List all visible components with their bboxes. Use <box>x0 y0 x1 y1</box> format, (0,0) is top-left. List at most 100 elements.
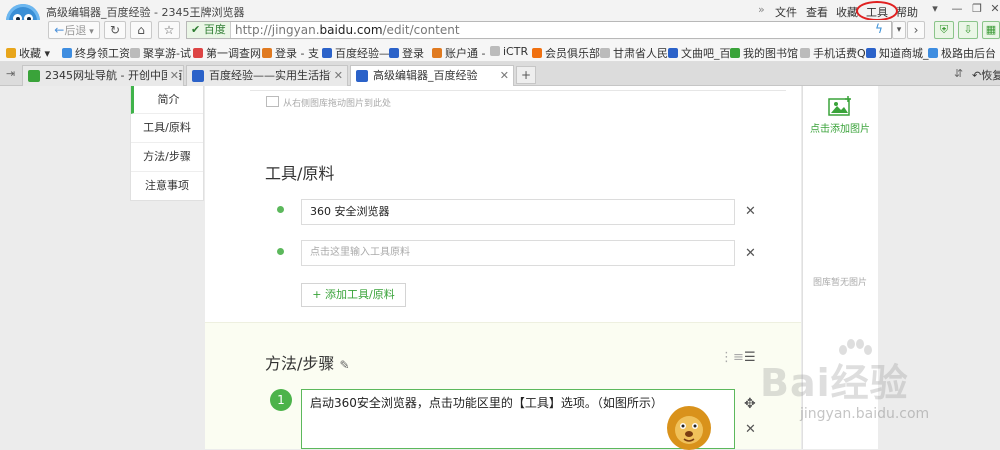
bookmark-item[interactable]: 手机话费Q <box>800 45 866 61</box>
bookmark-item[interactable]: 百度经验— <box>322 45 390 61</box>
image-icon <box>266 96 279 107</box>
section-sidenav: 简介 工具/原料 方法/步骤 注意事项 <box>130 86 204 201</box>
step-text[interactable]: 启动360安全浏览器，点击功能区里的【工具】选项。（如图所示） <box>310 394 663 411</box>
tool-input-field[interactable]: 点击这里输入工具原料 <box>301 240 735 266</box>
delete-icon[interactable]: ✕ <box>745 246 756 261</box>
back-label: 后退 <box>64 24 87 37</box>
bookmark-label: iCTR <box>503 45 529 58</box>
restore-tabs-button[interactable]: ↶恢复 <box>972 67 1000 83</box>
annotation-circle <box>856 1 898 21</box>
bookmark-item[interactable]: 登录 <box>389 45 424 61</box>
add-image-button[interactable]: 点击添加图片 <box>803 95 877 135</box>
bookmark-label: 百度经验— <box>335 47 390 60</box>
shield-icon: ⛨ <box>939 23 949 36</box>
tab-list-icon[interactable]: ⇥ <box>6 67 15 80</box>
bullet-dot <box>277 248 284 255</box>
bookmark-item[interactable]: 账户通 - <box>432 45 485 61</box>
site-security-badge: ✔ 百度 <box>187 22 231 38</box>
bookmark-icon <box>532 48 542 58</box>
bookmark-label: 聚享游-试 <box>143 47 191 60</box>
address-bar[interactable]: ✔ 百度 http://jingyan.baidu.com/edit/conte… <box>186 21 892 39</box>
grid-icon: ▦ <box>985 23 997 36</box>
bulleted-list-icon[interactable]: ☰ <box>744 350 756 365</box>
chevron-down-icon: ▾ <box>896 25 902 35</box>
new-tab-button[interactable]: + <box>516 66 536 84</box>
bookmark-item[interactable]: 登录 - 支 <box>262 45 319 61</box>
home-button[interactable]: ⌂ <box>130 21 152 39</box>
tools-heading: 工具/原料 <box>265 164 335 183</box>
page-icon <box>130 48 140 58</box>
intro-box-bottom <box>250 86 786 91</box>
paw-icon <box>668 48 678 58</box>
close-icon[interactable]: ✕ <box>496 66 509 86</box>
tab-label: 百度经验——实用生活指南 <box>209 69 341 82</box>
bookmark-label: 手机话费Q <box>813 47 866 60</box>
bookmark-label: 登录 <box>402 47 424 60</box>
menu-file[interactable]: 文件 <box>775 4 797 20</box>
bookmark-item[interactable]: 文曲吧_百 <box>668 45 731 61</box>
bookmark-item[interactable]: 极路由后台 <box>928 45 996 61</box>
tab-advanced-editor[interactable]: 高级编辑器_百度经验 ✕ <box>350 65 514 87</box>
skin-button[interactable]: ▾ <box>926 2 944 16</box>
bullet-dot <box>277 206 284 213</box>
pencil-icon[interactable]: ✎ <box>340 358 350 372</box>
close-button[interactable]: ✕ <box>986 2 1000 16</box>
tab-2345[interactable]: 2345网址导航 - 开创中国百年... ✕ <box>22 65 184 86</box>
bookmark-item[interactable]: 聚享游-试 <box>130 45 191 61</box>
bookmark-item[interactable]: iCTR <box>490 45 528 58</box>
bookmark-item[interactable]: 收藏 ▾ <box>6 45 50 61</box>
sidenav-item-intro[interactable]: 简介 <box>131 86 203 114</box>
url-suffix: /edit/content <box>382 23 460 37</box>
step-text-editor[interactable]: 启动360安全浏览器，点击功能区里的【工具】选项。（如图所示） <box>301 389 735 450</box>
menu-help[interactable]: 帮助 <box>896 4 918 20</box>
bookmark-label: 账户通 - <box>445 47 486 60</box>
menu-favorites[interactable]: 收藏 <box>836 4 858 20</box>
bookmark-label: 极路由后台 <box>941 47 996 60</box>
bookmark-item[interactable]: 甘肃省人民 <box>600 45 668 61</box>
minimize-button[interactable]: — <box>948 2 966 16</box>
bookmark-icon <box>193 48 203 58</box>
close-icon[interactable]: ✕ <box>166 66 179 86</box>
sidenav-item-notes[interactable]: 注意事项 <box>131 172 203 200</box>
delete-icon[interactable]: ✕ <box>745 422 756 437</box>
extension-button[interactable]: ▦ <box>982 21 1000 39</box>
paw-icon <box>356 70 368 82</box>
lightning-icon[interactable]: ϟ <box>875 22 883 36</box>
intro-drop-hint: 从右侧图库拖动图片到此处 <box>266 96 391 109</box>
bookmark-label: 终身领工资 <box>75 47 130 60</box>
step-number-badge: 1 <box>270 389 292 411</box>
numbered-list-icon[interactable]: ⋮≡ <box>720 350 744 365</box>
download-button[interactable]: ⇩ <box>958 21 978 39</box>
url-dropdown-button[interactable]: ▾ <box>892 21 906 39</box>
double-chevron-icon[interactable]: » <box>758 3 765 16</box>
back-button[interactable]: ←后退 ▾ <box>48 21 100 39</box>
add-tool-button[interactable]: + 添加工具/原料 <box>301 283 406 307</box>
maximize-button[interactable]: ❐ <box>968 2 986 16</box>
tool-item-field[interactable]: 360 安全浏览器 <box>301 199 735 225</box>
add-image-label: 点击添加图片 <box>810 124 870 135</box>
bookmark-item[interactable]: 会员俱乐部 <box>532 45 600 61</box>
sidenav-item-tools[interactable]: 工具/原料 <box>131 114 203 143</box>
sort-icon[interactable]: ⇵ <box>954 67 963 80</box>
bookmark-label: 文曲吧_百 <box>681 47 731 60</box>
url-prefix: http://jingyan. <box>235 23 320 37</box>
refresh-button[interactable]: ↻ <box>104 21 126 39</box>
bookmark-item[interactable]: 我的图书馆 <box>730 45 798 61</box>
bookmark-item[interactable]: 第一调查网 <box>193 45 261 61</box>
favorite-star-button[interactable]: ☆ <box>158 21 180 39</box>
page-icon <box>800 48 810 58</box>
sidenav-item-steps[interactable]: 方法/步骤 <box>131 143 203 172</box>
go-button[interactable]: › <box>907 21 925 39</box>
close-icon[interactable]: ✕ <box>330 66 343 86</box>
security-shield-button[interactable]: ⛨ <box>934 21 954 39</box>
page-icon <box>600 48 610 58</box>
bookmark-label: 会员俱乐部 <box>545 47 600 60</box>
bookmark-item[interactable]: 知道商城_ <box>866 45 929 61</box>
url-text[interactable]: http://jingyan.baidu.com/edit/content <box>235 23 460 37</box>
bookmark-item[interactable]: 终身领工资 <box>62 45 130 61</box>
menu-view[interactable]: 查看 <box>806 4 828 20</box>
delete-icon[interactable]: ✕ <box>745 204 756 219</box>
tab-baidu-jingyan[interactable]: 百度经验——实用生活指南 ✕ <box>186 65 348 86</box>
steps-heading-text: 方法/步骤 <box>265 354 335 373</box>
move-handle-icon[interactable]: ✥ <box>744 396 756 412</box>
